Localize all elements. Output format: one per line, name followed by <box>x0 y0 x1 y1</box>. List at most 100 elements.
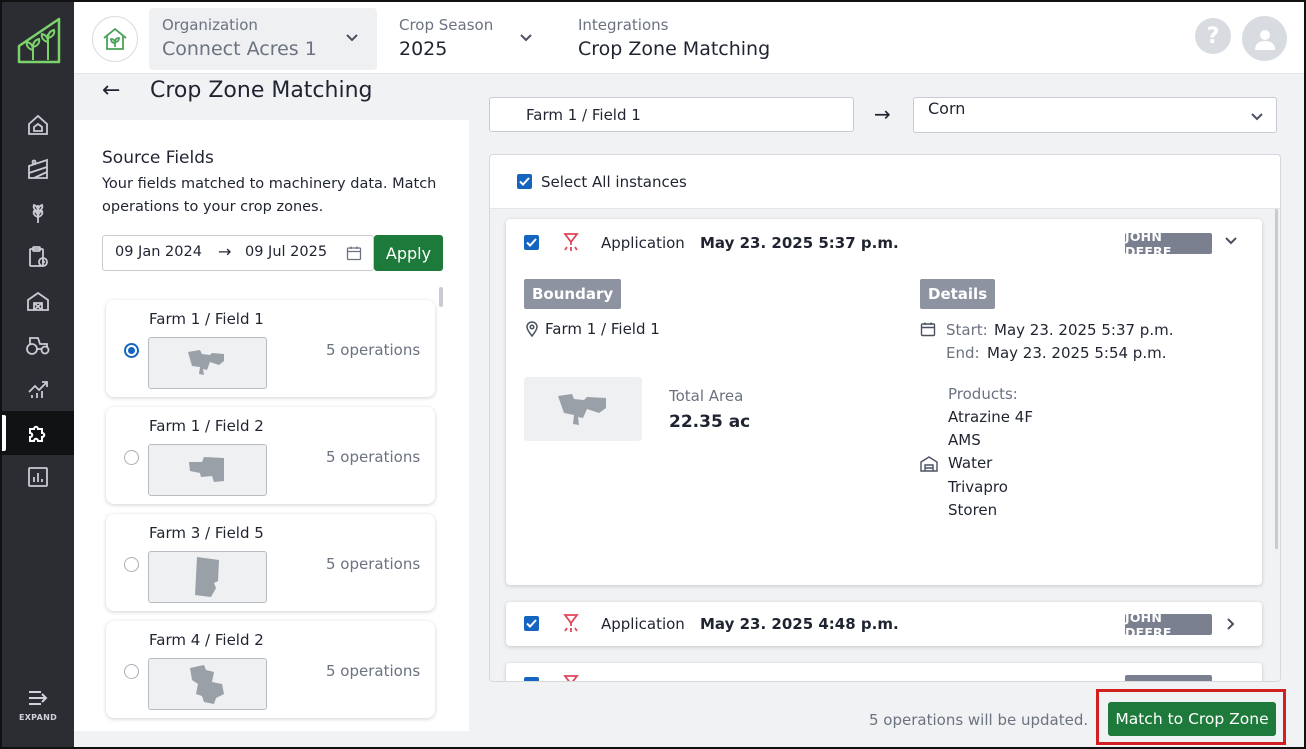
arrow-right-icon: → <box>218 242 232 261</box>
select-all-checkbox[interactable] <box>517 174 532 189</box>
chevron-down-icon[interactable] <box>1224 236 1238 246</box>
field-name: Farm 1 / Field 2 <box>149 417 264 435</box>
organization-selector[interactable]: Organization Connect Acres 1 <box>149 8 377 70</box>
sprayer-icon <box>563 675 579 681</box>
source-fields-description: Your fields matched to machinery data. M… <box>102 176 437 215</box>
nav-tractor-icon[interactable] <box>2 323 74 367</box>
field-operations-count: 5 operations <box>326 341 421 359</box>
field-operations-count: 5 operations <box>326 662 421 680</box>
date-from[interactable]: 09 Jan 2024 <box>115 244 202 260</box>
crop-zone-select[interactable]: Corn <box>913 97 1277 133</box>
end-value: May 23. 2025 5:54 p.m. <box>987 344 1167 362</box>
field-name: Farm 3 / Field 5 <box>149 524 264 542</box>
field-card[interactable]: Farm 4 / Field 2 5 operations <box>106 621 435 718</box>
field-operations-count: 5 operations <box>326 555 421 573</box>
expand-icon <box>29 691 48 705</box>
organization-home-icon <box>92 16 138 62</box>
help-button[interactable]: ? <box>1195 18 1231 54</box>
nav-field-icon[interactable] <box>2 147 74 191</box>
apply-button[interactable]: Apply <box>374 235 443 271</box>
expand-sidebar-button[interactable]: EXPAND <box>2 690 74 722</box>
sprayer-icon <box>563 233 579 251</box>
date-range-picker[interactable]: 09 Jan 2024 → 09 Jul 2025 <box>102 235 374 271</box>
select-all-row[interactable]: Select All instances <box>490 155 1280 209</box>
operation-card: Application May 23. 2025 5:37 p.m. JOHN … <box>506 219 1262 585</box>
organization-label: Organization <box>162 16 258 34</box>
field-card[interactable]: Farm 1 / Field 1 5 operations <box>106 300 435 397</box>
product-item: AMS <box>948 431 981 449</box>
operation-type: Application <box>601 234 685 252</box>
back-arrow-icon[interactable]: ← <box>102 78 120 103</box>
integrations-breadcrumb: Integrations Crop Zone Matching <box>578 16 878 60</box>
field-card[interactable]: Farm 3 / Field 5 5 operations <box>106 514 435 611</box>
operation-checkbox[interactable] <box>524 616 539 631</box>
field-name: Farm 1 / Field 1 <box>149 310 264 328</box>
start-value: May 23. 2025 5:37 p.m. <box>994 321 1174 339</box>
start-label: Start: <box>946 321 988 339</box>
scrollbar[interactable] <box>1275 209 1278 549</box>
field-radio[interactable] <box>124 557 139 572</box>
location-pin-icon <box>526 321 538 337</box>
nav-report-icon[interactable] <box>2 455 74 499</box>
calendar-icon[interactable] <box>346 245 362 261</box>
main-content: ← Crop Zone Matching Source Fields Your … <box>74 74 1304 747</box>
operation-checkbox[interactable] <box>524 235 539 250</box>
scrollbar[interactable] <box>439 287 443 307</box>
field-card[interactable]: Farm 1 / Field 2 5 operations <box>106 407 435 504</box>
nav-home-icon[interactable] <box>2 103 74 147</box>
crop-zone-value: Corn <box>928 99 966 118</box>
integrations-label: Integrations <box>578 16 669 34</box>
operation-card[interactable]: Application May 23. 2025 4:48 p.m. JOHN … <box>506 602 1262 646</box>
product-item: Trivapro <box>948 478 1008 496</box>
chevron-down-icon <box>1251 113 1263 121</box>
nav-analytics-icon[interactable] <box>2 367 74 411</box>
nav-clipboard-icon[interactable] <box>2 235 74 279</box>
nav-integrations-puzzle-icon[interactable] <box>2 411 74 455</box>
match-to-crop-zone-button[interactable]: Match to Crop Zone <box>1108 702 1276 736</box>
operations-panel: Select All instances Application May 23.… <box>489 154 1281 682</box>
end-label: End: <box>946 344 980 362</box>
top-bar: Organization Connect Acres 1 Crop Season… <box>74 2 1304 74</box>
provider-badge: JOHN DEERE <box>1125 229 1212 259</box>
crop-season-selector[interactable]: Crop Season 2025 <box>399 16 549 60</box>
product-item: Water <box>948 454 993 472</box>
user-avatar[interactable] <box>1242 16 1287 61</box>
total-area-value: 22.35 ac <box>669 412 751 432</box>
source-fields-panel: Source Fields Your fields matched to mac… <box>74 120 469 731</box>
nav-crop-icon[interactable] <box>2 191 74 235</box>
app-window: EXPAND Organization Connect Acres 1 Crop… <box>0 0 1306 749</box>
product-item: Atrazine 4F <box>948 408 1033 426</box>
field-boundary-thumbnail <box>148 551 267 603</box>
integrations-value: Crop Zone Matching <box>578 38 771 60</box>
operation-type: Application <box>601 615 685 633</box>
update-count-note: 5 operations will be updated. <box>869 711 1089 729</box>
warehouse-icon <box>920 456 938 472</box>
user-icon <box>1254 29 1275 50</box>
source-field-display: Farm 1 / Field 1 <box>489 97 854 132</box>
highlight-box: Match to Crop Zone <box>1096 689 1286 745</box>
operation-datetime: May 23. 2025 5:37 p.m. <box>700 234 899 252</box>
crop-season-label: Crop Season <box>399 16 494 34</box>
app-logo-icon[interactable] <box>16 16 62 64</box>
chevron-down-icon <box>346 34 358 42</box>
chevron-down-icon <box>520 34 532 42</box>
expand-label: EXPAND <box>18 713 58 722</box>
operation-checkbox[interactable] <box>524 677 539 681</box>
page-title: Crop Zone Matching <box>150 78 373 103</box>
operation-card[interactable] <box>506 663 1262 681</box>
boundary-tag: Boundary <box>524 279 622 309</box>
operations-list: Application May 23. 2025 5:37 p.m. JOHN … <box>490 209 1280 681</box>
arrow-right-icon: → <box>874 102 891 126</box>
field-radio[interactable] <box>124 343 139 358</box>
provider-badge: JOHN DEERE <box>1125 610 1212 640</box>
total-area-label: Total Area <box>669 387 744 405</box>
field-radio[interactable] <box>124 450 139 465</box>
nav-barn-icon[interactable] <box>2 279 74 323</box>
product-item: Storen <box>948 501 998 519</box>
date-to[interactable]: 09 Jul 2025 <box>245 244 327 260</box>
operation-datetime: May 23. 2025 4:48 p.m. <box>700 615 899 633</box>
field-radio[interactable] <box>124 664 139 679</box>
field-operations-count: 5 operations <box>326 448 421 466</box>
chevron-right-icon[interactable] <box>1226 617 1236 631</box>
field-name: Farm 4 / Field 2 <box>149 631 264 649</box>
